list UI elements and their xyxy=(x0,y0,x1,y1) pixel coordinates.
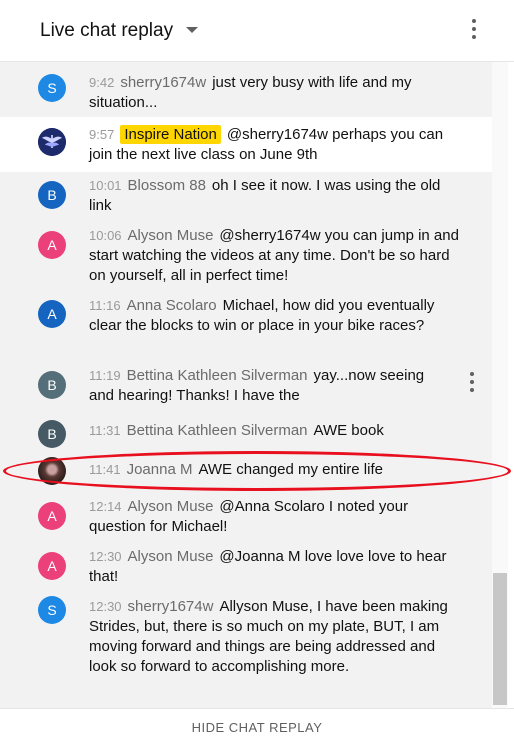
message-timestamp: 11:41 xyxy=(89,462,121,477)
chat-message: A 11:16 Anna Scolaro Michael, how did you … xyxy=(0,292,492,362)
caret-down-icon[interactable] xyxy=(186,27,198,33)
avatar[interactable]: A xyxy=(38,231,66,259)
message-more-vert-icon[interactable] xyxy=(466,372,478,394)
chat-message-list: S 9:42 sherry1674w just very busy with lif… xyxy=(0,62,492,708)
avatar[interactable]: B xyxy=(38,420,66,448)
message-timestamp: 9:57 xyxy=(89,127,115,142)
message-author[interactable]: Bettina Kathleen Silverman xyxy=(127,422,308,439)
avatar[interactable]: S xyxy=(38,74,66,102)
hide-chat-replay-button[interactable]: HIDE CHAT REPLAY xyxy=(0,720,514,735)
chat-message: A 12:14 Alyson Muse @Anna Scolaro I noted … xyxy=(0,492,492,542)
chat-message: 11:41 Joanna M AWE changed my entire life xyxy=(0,450,492,492)
message-timestamp: 11:16 xyxy=(89,298,121,313)
chat-footer: HIDE CHAT REPLAY xyxy=(0,708,514,744)
message-author[interactable]: Alyson Muse xyxy=(128,548,214,565)
winged-emblem-icon xyxy=(38,128,66,156)
owner-author-badge[interactable]: Inspire Nation xyxy=(120,125,221,144)
chat-message: A 10:06 Alyson Muse @sherry1674w you can j… xyxy=(0,222,492,292)
avatar[interactable]: B xyxy=(38,371,66,399)
chat-scrollbar[interactable] xyxy=(492,62,508,708)
message-author[interactable]: Bettina Kathleen Silverman xyxy=(127,367,308,384)
chat-header: Live chat replay xyxy=(0,0,514,62)
scrollbar-thumb[interactable] xyxy=(493,573,507,705)
chat-message: 9:57 Inspire Nation @sherry1674w perhaps y… xyxy=(0,117,492,172)
message-author[interactable]: Joanna M xyxy=(127,461,193,478)
avatar[interactable]: A xyxy=(38,552,66,580)
chat-message: B 11:31 Bettina Kathleen Silverman AWE boo… xyxy=(0,412,492,450)
chat-message: S 9:42 sherry1674w just very busy with lif… xyxy=(0,62,492,117)
message-timestamp: 9:42 xyxy=(89,75,115,90)
chat-message: S 12:30 sherry1674w Allyson Muse, I have b… xyxy=(0,592,492,702)
message-timestamp: 12:30 xyxy=(89,549,122,564)
message-author[interactable]: Alyson Muse xyxy=(128,227,214,244)
chat-mode-dropdown-label[interactable]: Live chat replay xyxy=(40,20,173,42)
message-author[interactable]: Alyson Muse xyxy=(128,498,214,515)
message-timestamp: 10:01 xyxy=(89,178,122,193)
message-text: AWE book xyxy=(313,422,384,439)
message-author[interactable]: Anna Scolaro xyxy=(127,297,217,314)
message-timestamp: 12:30 xyxy=(89,599,122,614)
message-author[interactable]: Blossom 88 xyxy=(128,177,206,194)
channel-emblem-avatar[interactable] xyxy=(38,128,66,156)
chat-message: B 11:19 Bettina Kathleen Silverman yay...n… xyxy=(0,362,492,412)
avatar[interactable]: A xyxy=(38,502,66,530)
chat-message: A 12:30 Alyson Muse @Joanna M love love lo… xyxy=(0,542,492,592)
message-timestamp: 10:06 xyxy=(89,228,122,243)
message-timestamp: 11:31 xyxy=(89,423,121,438)
avatar-photo[interactable] xyxy=(38,457,66,485)
avatar[interactable]: A xyxy=(38,300,66,328)
message-author[interactable]: sherry1674w xyxy=(120,74,206,91)
message-text: AWE changed my entire life xyxy=(198,461,383,478)
message-timestamp: 11:19 xyxy=(89,368,121,383)
avatar[interactable]: B xyxy=(38,181,66,209)
message-timestamp: 12:14 xyxy=(89,499,122,514)
chat-message: B 10:01 Blossom 88 oh I see it now. I was … xyxy=(0,172,492,222)
avatar[interactable]: S xyxy=(38,596,66,624)
message-author[interactable]: sherry1674w xyxy=(128,598,214,615)
more-vert-icon[interactable] xyxy=(468,19,480,45)
